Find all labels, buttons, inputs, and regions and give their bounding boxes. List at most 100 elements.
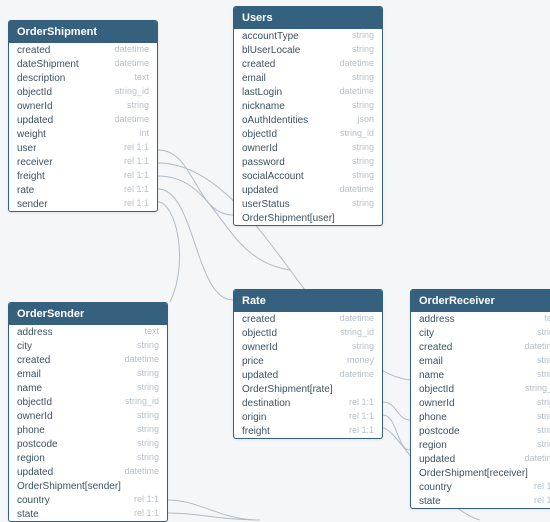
field-row[interactable]: receiverrel 1:1: [9, 155, 157, 169]
field-row[interactable]: objectIdstring_id: [9, 395, 167, 409]
field-row[interactable]: regionstring: [411, 438, 550, 452]
field-row[interactable]: OrderShipment[user]: [234, 211, 382, 225]
field-row[interactable]: senderrel 1:1: [9, 197, 157, 211]
field-row[interactable]: freightrel 1:1: [9, 169, 157, 183]
field-type: string: [531, 398, 550, 408]
field-row[interactable]: objectIdstring_id: [234, 127, 382, 141]
field-row[interactable]: emailstring: [234, 71, 382, 85]
entity-header[interactable]: OrderReceiver: [411, 290, 550, 312]
field-row[interactable]: citystring: [411, 326, 550, 340]
field-row[interactable]: createddatetime: [9, 43, 157, 57]
field-name: userStatus: [242, 199, 290, 210]
field-row[interactable]: objectIdstring_id: [234, 326, 382, 340]
entity-order-sender[interactable]: OrderSenderaddresstextcitystringcreatedd…: [8, 302, 168, 522]
field-row[interactable]: freightrel 1:1: [234, 424, 382, 438]
field-row[interactable]: accountTypestring: [234, 29, 382, 43]
field-name: rate: [17, 185, 34, 196]
field-row[interactable]: ownerIdstring: [234, 340, 382, 354]
entity-header[interactable]: OrderSender: [9, 303, 167, 325]
field-row[interactable]: dateShipmentdatetime: [9, 57, 157, 71]
field-row[interactable]: phonestring: [9, 423, 167, 437]
field-row[interactable]: OrderShipment[receiver]: [411, 466, 550, 480]
field-row[interactable]: citystring: [9, 339, 167, 353]
field-row[interactable]: regionstring: [9, 451, 167, 465]
field-row[interactable]: emailstring: [9, 367, 167, 381]
field-row[interactable]: descriptiontext: [9, 71, 157, 85]
field-row[interactable]: createddatetime: [234, 57, 382, 71]
field-row[interactable]: namestring: [9, 381, 167, 395]
field-type: string: [531, 370, 550, 380]
field-type: string: [346, 157, 374, 167]
field-row[interactable]: updateddatetime: [9, 113, 157, 127]
field-row[interactable]: createddatetime: [9, 353, 167, 367]
field-type: string: [346, 31, 374, 41]
field-row[interactable]: postcodestring: [9, 437, 167, 451]
field-name: destination: [242, 398, 290, 409]
field-name: user: [17, 143, 36, 154]
field-row[interactable]: socialAccountstring: [234, 169, 382, 183]
field-row[interactable]: addresstext: [411, 312, 550, 326]
field-row[interactable]: pricemoney: [234, 354, 382, 368]
field-row[interactable]: OrderShipment[rate]: [234, 382, 382, 396]
field-type: rel 1:1: [128, 495, 159, 505]
entity-header[interactable]: Rate: [234, 290, 382, 312]
field-type: json: [351, 115, 374, 125]
field-row[interactable]: objectIdstring_id: [411, 382, 550, 396]
field-row[interactable]: emailstring: [411, 354, 550, 368]
field-row[interactable]: name string: [411, 368, 550, 382]
entity-header[interactable]: OrderShipment: [9, 21, 157, 43]
field-type: rel 1:1: [343, 398, 374, 408]
field-name: lastLogin: [242, 87, 282, 98]
field-row[interactable]: originrel 1:1: [234, 410, 382, 424]
field-row[interactable]: countryrel 1:1: [411, 480, 550, 494]
field-name: blUserLocale: [242, 45, 300, 56]
field-row[interactable]: oAuthIdentitiesjson: [234, 113, 382, 127]
field-name: ownerId: [419, 398, 455, 409]
entity-users[interactable]: UsersaccountTypestring blUserLocale string…: [233, 6, 383, 226]
field-row[interactable]: postcodestring: [411, 424, 550, 438]
field-name: name: [419, 370, 444, 381]
field-row[interactable]: blUserLocale string: [234, 43, 382, 57]
field-type: string: [346, 101, 374, 111]
field-row[interactable]: objectIdstring_id: [9, 85, 157, 99]
entity-order-shipment[interactable]: OrderShipmentcreateddatetimedateShipment…: [8, 20, 158, 212]
field-type: string: [131, 383, 159, 393]
field-row[interactable]: raterel 1:1: [9, 183, 157, 197]
field-row[interactable]: staterel 1:1: [411, 494, 550, 508]
field-name: freight: [17, 171, 45, 182]
field-row[interactable]: userStatusstring: [234, 197, 382, 211]
entity-header[interactable]: Users: [234, 7, 382, 29]
field-type: text: [538, 314, 550, 324]
field-row[interactable]: updateddatetime: [234, 368, 382, 382]
field-row[interactable]: updateddatetime: [234, 183, 382, 197]
entity-rate[interactable]: RatecreateddatetimeobjectIdstring_idowne…: [233, 289, 383, 439]
field-row[interactable]: destination rel 1:1: [234, 396, 382, 410]
field-name: price: [242, 356, 264, 367]
field-row[interactable]: createddatetime: [411, 340, 550, 354]
field-type: rel 1:1: [343, 426, 374, 436]
field-type: string: [346, 45, 374, 55]
field-row[interactable]: weightint: [9, 127, 157, 141]
entity-order-receiver[interactable]: OrderReceiveraddresstextcitystringcreate…: [410, 289, 550, 509]
field-row[interactable]: countryrel 1:1: [9, 493, 167, 507]
field-row[interactable]: ownerIdstring: [234, 141, 382, 155]
field-row[interactable]: updateddatetime: [411, 452, 550, 466]
field-row[interactable]: phonestring: [411, 410, 550, 424]
field-row[interactable]: staterel 1:1: [9, 507, 167, 521]
field-name: ownerId: [242, 342, 278, 353]
field-row[interactable]: userrel 1:1: [9, 141, 157, 155]
field-row[interactable]: ownerId string: [411, 396, 550, 410]
field-type: rel 1:1: [528, 482, 550, 492]
field-row[interactable]: createddatetime: [234, 312, 382, 326]
field-row[interactable]: ownerIdstring: [9, 99, 157, 113]
er-canvas[interactable]: OrderShipmentcreateddatetimedateShipment…: [0, 0, 550, 521]
field-row[interactable]: lastLogindatetime: [234, 85, 382, 99]
field-type: string_id: [109, 87, 149, 97]
field-row[interactable]: passwordstring: [234, 155, 382, 169]
field-type: string: [531, 356, 550, 366]
field-row[interactable]: addresstext: [9, 325, 167, 339]
field-row[interactable]: updateddatetime: [9, 465, 167, 479]
field-row[interactable]: nicknamestring: [234, 99, 382, 113]
field-row[interactable]: ownerIdstring: [9, 409, 167, 423]
field-row[interactable]: OrderShipment[sender]: [9, 479, 167, 493]
